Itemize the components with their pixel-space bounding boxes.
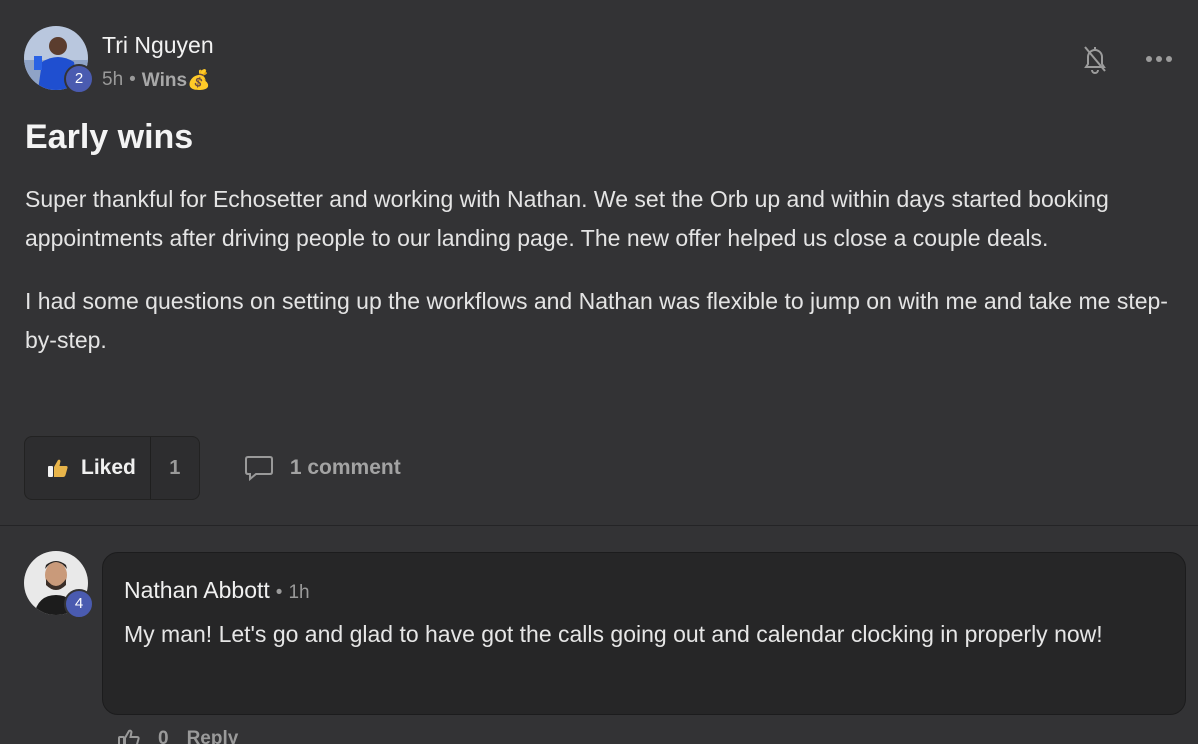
post-body: Super thankful for Echosetter and workin… — [25, 180, 1195, 384]
comment-author[interactable]: Nathan Abbott — [124, 577, 270, 604]
reply-button[interactable]: Reply — [187, 728, 239, 744]
post-header-actions — [1080, 44, 1174, 74]
comment-header: Nathan Abbott • 1h — [124, 577, 310, 604]
more-dots-icon[interactable] — [1144, 44, 1174, 74]
thumbs-up-icon — [48, 459, 68, 477]
post-page: 2 Tri Nguyen 5h • Wins💰 Early wins Super… — [0, 0, 1198, 744]
commenter-avatar[interactable]: 4 — [24, 551, 94, 619]
comment-bubble: Nathan Abbott • 1h My man! Let's go and … — [102, 552, 1186, 715]
like-count[interactable]: 1 — [149, 437, 199, 499]
comment-icon — [244, 456, 273, 482]
author-level-badge: 2 — [64, 64, 94, 94]
like-label: Liked — [81, 456, 136, 479]
bell-off-icon[interactable] — [1080, 44, 1110, 74]
comment-text: My man! Let's go and glad to have got th… — [124, 621, 1103, 647]
post-time: 5h — [102, 69, 124, 90]
post-header: 2 Tri Nguyen 5h • Wins💰 — [24, 26, 1174, 96]
post-category[interactable]: Wins💰 — [142, 68, 211, 92]
post-actions: Liked 1 1 comment — [24, 436, 401, 500]
comment-footer: 0 Reply — [118, 728, 238, 744]
comment-like-count: 0 — [158, 728, 169, 744]
like-group: Liked 1 — [24, 436, 200, 500]
post-paragraph: Super thankful for Echosetter and workin… — [25, 186, 1109, 251]
post-meta: 5h • Wins💰 — [102, 68, 211, 92]
comment-label: 1 comment — [289, 456, 401, 479]
author-avatar[interactable]: 2 — [24, 26, 94, 94]
divider — [0, 525, 1198, 526]
comment-button[interactable]: 1 comment — [244, 454, 401, 482]
author-name[interactable]: Tri Nguyen — [102, 32, 214, 59]
comment-time: 1h — [288, 582, 310, 603]
thumbs-up-icon[interactable] — [118, 729, 140, 744]
comment-separator: • — [275, 582, 283, 603]
commenter-level-badge: 4 — [64, 589, 94, 619]
meta-separator: • — [129, 69, 136, 90]
post-paragraph: I had some questions on setting up the w… — [25, 288, 1168, 353]
like-button[interactable]: Liked — [25, 437, 150, 499]
post-title: Early wins — [25, 118, 194, 156]
